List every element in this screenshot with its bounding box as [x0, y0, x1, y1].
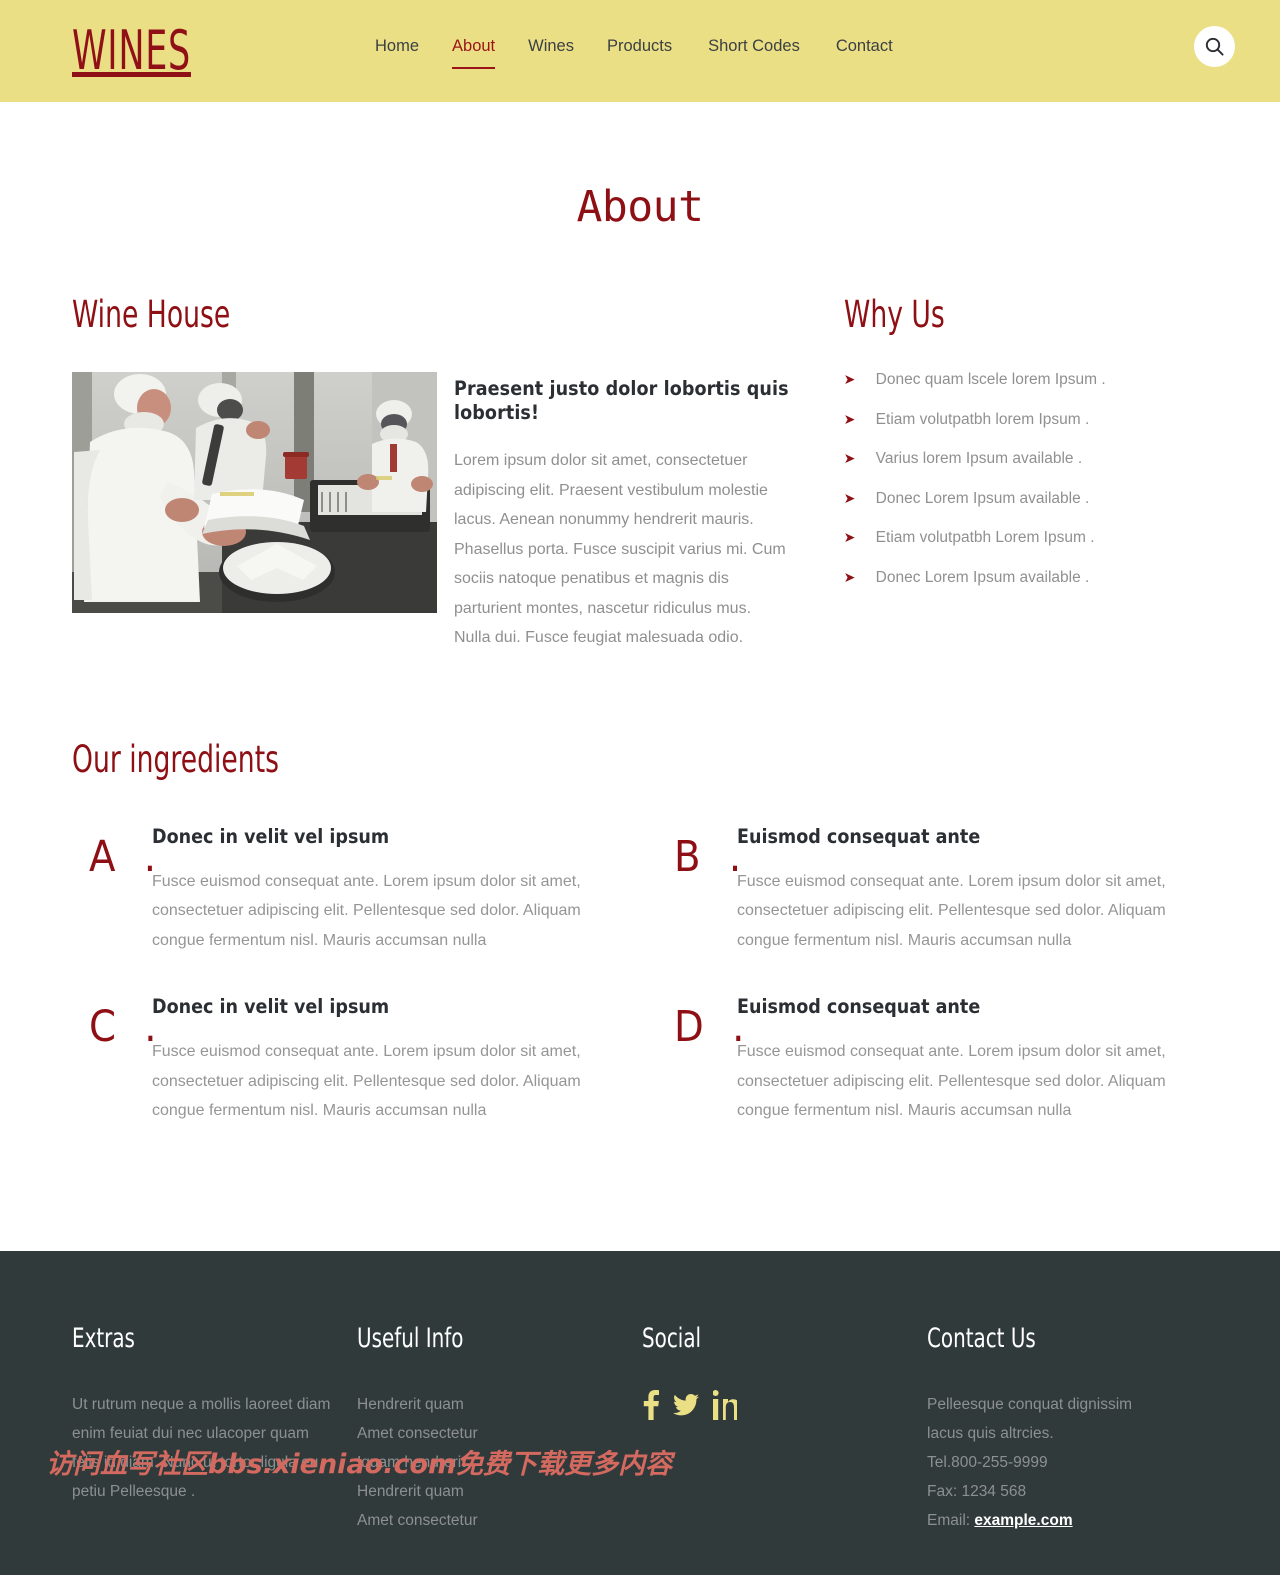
ingredient-letter: B . [674, 831, 750, 882]
footer-link[interactable]: Hendrerit quam [357, 1390, 622, 1419]
ingredient-description: Fusce euismod consequat ante. Lorem ipsu… [737, 1043, 1166, 1119]
nav-item-short-codes[interactable]: Short Codes [708, 36, 836, 56]
ingredient-letter: D . [674, 1002, 753, 1052]
footer-column-extras: Extras Ut rutrum neque a mollis laoreet … [72, 1323, 357, 1535]
ingredient-item-a: A . Donec in velit vel ipsum Fusce euism… [72, 825, 640, 956]
social-links [642, 1389, 907, 1425]
nav-item-wines[interactable]: Wines [528, 36, 607, 56]
ingredient-description: Fusce euismod consequat ante. Lorem ipsu… [152, 872, 581, 949]
footer-social-title: Social [642, 1322, 702, 1354]
why-us-item-label: Donec Lorem Ipsum available . [875, 568, 1090, 586]
ingredient-item-d: D . Euismod consequat ante Fusce euismod… [640, 995, 1208, 1126]
list-item: ➤ Etiam volutpatbh Lorem Ipsum . [844, 526, 1208, 549]
linkedin-icon[interactable] [712, 1389, 740, 1425]
footer-email-link[interactable]: example.com [974, 1512, 1072, 1529]
why-us-item-label: Etiam volutpatbh Lorem Ipsum . [875, 529, 1095, 546]
site-header: WINES Home About Wines Products Short Co… [0, 0, 1280, 102]
why-us-list: ➤ Donec quam lscele lorem Ipsum . ➤ Etia… [844, 368, 1208, 589]
twitter-icon[interactable] [673, 1390, 699, 1425]
why-us-item-label: Varius lorem Ipsum available . [875, 450, 1083, 467]
footer-useful-info-title: Useful Info [357, 1322, 464, 1354]
footer-column-social: Social [642, 1323, 927, 1535]
footer-extras-text: Ut rutrum neque a mollis laoreet diam en… [72, 1395, 331, 1500]
footer-contact-line1: Pelleesque conquat dignissim [927, 1395, 1133, 1413]
site-footer: Extras Ut rutrum neque a mollis laoreet … [0, 1250, 1280, 1575]
factory-workers-image [72, 372, 437, 613]
site-logo[interactable]: WINES [72, 24, 191, 78]
list-item: ➤ Etiam volutpatbh lorem Ipsum . [844, 408, 1208, 431]
wine-house-photo [72, 372, 437, 613]
footer-contact-tel: Tel.800-255-9999 [927, 1453, 1048, 1471]
search-button[interactable] [1194, 26, 1235, 67]
ingredient-item-c: C . Donec in velit vel ipsum Fusce euism… [72, 995, 640, 1126]
footer-useful-info-list: Hendrerit quam Amet consectetur Iquam he… [357, 1390, 622, 1535]
list-item: ➤ Donec quam lscele lorem Ipsum . [844, 368, 1208, 391]
main-navigation: Home About Wines Products Short Codes Co… [375, 36, 926, 69]
ingredient-description: Fusce euismod consequat ante. Lorem ipsu… [152, 1043, 581, 1119]
ingredient-title: Donec in velit vel ipsum [152, 995, 390, 1018]
wine-house-paragraph: Lorem ipsum dolor sit amet, consectetuer… [454, 452, 786, 646]
wine-house-section: Wine House Praesent justo dolor lobortis… [72, 294, 809, 653]
why-us-section: Why Us ➤ Donec quam lscele lorem Ipsum .… [809, 294, 1208, 653]
why-us-item-label: Etiam volutpatbh lorem Ipsum . [875, 410, 1090, 428]
arrow-bullet-icon: ➤ [843, 529, 856, 545]
footer-link[interactable]: Amet consectetur [357, 1419, 622, 1448]
list-item: ➤ Varius lorem Ipsum available . [844, 447, 1208, 470]
about-columns: Wine House Praesent justo dolor lobortis… [72, 294, 1208, 653]
nav-item-home[interactable]: Home [375, 36, 452, 56]
footer-contact-line2: lacus quis altrcies. [927, 1424, 1054, 1442]
page-title: About [576, 182, 704, 232]
ingredients-title: Our ingredients [72, 737, 279, 781]
ingredient-letter: A . [89, 831, 165, 882]
footer-link[interactable]: Hendrerit quam [357, 1477, 622, 1506]
why-us-item-label: Donec Lorem Ipsum available . [875, 489, 1090, 507]
footer-link[interactable]: Iquam hendrerit [357, 1448, 622, 1477]
ingredient-letter: C . [89, 1002, 165, 1052]
ingredient-title: Euismod consequat ante [737, 824, 981, 848]
list-item: ➤ Donec Lorem Ipsum available . [844, 487, 1208, 510]
arrow-bullet-icon: ➤ [843, 371, 856, 387]
wine-house-text: Praesent justo dolor lobortis quis lobor… [437, 372, 791, 653]
footer-contact-title: Contact Us [927, 1322, 1036, 1354]
footer-column-contact: Contact Us Pelleesque conquat dignissim … [927, 1323, 1208, 1535]
ingredient-title: Euismod consequat ante [737, 995, 981, 1018]
ingredient-title: Donec in velit vel ipsum [152, 824, 390, 848]
wine-house-title: Wine House [72, 293, 231, 336]
ingredients-section: Our ingredients A . Donec in velit vel i… [72, 737, 1208, 1166]
footer-extras-title: Extras [72, 1322, 135, 1354]
nav-item-contact[interactable]: Contact [836, 36, 926, 56]
nav-item-products[interactable]: Products [607, 36, 708, 56]
facebook-icon[interactable] [642, 1389, 659, 1425]
main-content: Wine House Praesent justo dolor lobortis… [0, 294, 1280, 1166]
nav-item-about[interactable]: About [452, 36, 528, 69]
search-icon [1205, 37, 1224, 56]
footer-link[interactable]: Amet consectetur [357, 1506, 622, 1535]
ingredient-description: Fusce euismod consequat ante. Lorem ipsu… [737, 872, 1166, 949]
footer-email-label: Email: [927, 1511, 971, 1529]
wine-house-subhead: Praesent justo dolor lobortis quis lobor… [454, 377, 789, 424]
why-us-item-label: Donec quam lscele lorem Ipsum . [875, 371, 1106, 388]
arrow-bullet-icon: ➤ [843, 410, 856, 427]
arrow-bullet-icon: ➤ [843, 568, 856, 585]
footer-column-useful-info: Useful Info Hendrerit quam Amet consecte… [357, 1323, 642, 1535]
arrow-bullet-icon: ➤ [843, 450, 856, 466]
footer-contact-fax: Fax: 1234 568 [927, 1482, 1027, 1500]
arrow-bullet-icon: ➤ [843, 489, 856, 506]
why-us-title: Why Us [843, 293, 945, 336]
ingredients-grid: A . Donec in velit vel ipsum Fusce euism… [72, 825, 1208, 1166]
list-item: ➤ Donec Lorem Ipsum available . [844, 566, 1208, 589]
footer-contact-email: Email: example.com [927, 1506, 1188, 1535]
ingredient-item-b: B . Euismod consequat ante Fusce euismod… [640, 825, 1208, 956]
